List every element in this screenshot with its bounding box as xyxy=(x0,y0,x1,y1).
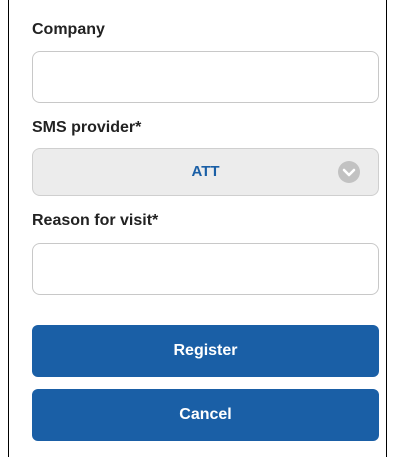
sms-provider-select[interactable]: ATT xyxy=(32,148,379,196)
chevron-down-icon xyxy=(338,161,360,183)
reason-label: Reason for visit* xyxy=(32,212,159,229)
sms-provider-selected-value: ATT xyxy=(191,163,220,180)
reason-input[interactable] xyxy=(32,243,379,295)
registration-form: Company SMS provider* ATT Reason for vis… xyxy=(8,0,387,457)
company-label: Company xyxy=(32,21,105,38)
register-button[interactable]: Register xyxy=(32,325,379,377)
company-input[interactable] xyxy=(32,51,379,103)
sms-provider-label: SMS provider* xyxy=(32,119,142,136)
cancel-button[interactable]: Cancel xyxy=(32,389,379,441)
